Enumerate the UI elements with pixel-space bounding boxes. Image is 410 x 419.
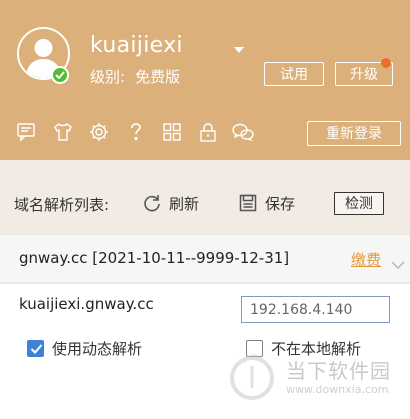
watermark-logo-icon (224, 348, 280, 404)
dynamic-resolve-label: 使用动态解析 (52, 339, 143, 358)
level-label: 级别: (90, 68, 126, 86)
domain-list-toolbar: 域名解析列表: 刷新 保存 检测 (0, 160, 410, 232)
trial-button[interactable]: 试用 (264, 62, 324, 86)
refresh-button[interactable]: 刷新 (142, 190, 199, 216)
watermark-text: 当下软件园 (286, 359, 391, 383)
lock-icon[interactable] (197, 121, 219, 143)
refresh-label: 刷新 (169, 194, 200, 213)
chevron-down-icon[interactable] (233, 40, 245, 53)
check-button[interactable]: 检测 (334, 192, 384, 215)
notification-dot (381, 58, 391, 68)
save-button[interactable]: 保存 (238, 190, 295, 216)
wechat-icon[interactable] (231, 121, 254, 143)
level-value: 免费版 (135, 68, 181, 86)
tshirt-icon[interactable] (52, 121, 74, 143)
online-status-icon (51, 66, 69, 84)
save-label: 保存 (265, 194, 296, 213)
watermark-url: www.downxia.com (286, 383, 389, 396)
grid-icon[interactable] (161, 121, 183, 143)
chevron-down-icon[interactable] (391, 255, 405, 270)
help-icon[interactable] (125, 121, 147, 143)
relogin-button[interactable]: 重新登录 (307, 121, 401, 146)
domain-list-title: 域名解析列表: (14, 196, 110, 214)
username: kuaijiexi (90, 33, 183, 58)
dynamic-resolve-option[interactable]: 使用动态解析 (27, 337, 142, 359)
pay-link[interactable]: 缴费 (351, 249, 381, 270)
domain-row[interactable]: gnway.cc [2021-10-11--9999-12-31] 缴费 (0, 234, 410, 283)
domain-name: gnway.cc [2021-10-11--9999-12-31] (19, 249, 290, 267)
account-level: 级别: 免费版 (90, 66, 180, 87)
checkmark-icon (30, 343, 43, 354)
host-name: kuaijiexi.gnway.cc (19, 295, 154, 313)
gear-icon[interactable] (88, 121, 110, 143)
ip-address-input[interactable] (241, 296, 390, 323)
message-icon[interactable] (15, 121, 37, 143)
record-detail: kuaijiexi.gnway.cc 使用动态解析 不在本地解析 (0, 284, 410, 419)
dynamic-resolve-checkbox[interactable] (27, 339, 44, 357)
user-header: kuaijiexi 级别: 免费版 试用 升级 重新登录 (0, 0, 410, 160)
save-icon (239, 194, 257, 212)
refresh-icon (144, 195, 160, 212)
